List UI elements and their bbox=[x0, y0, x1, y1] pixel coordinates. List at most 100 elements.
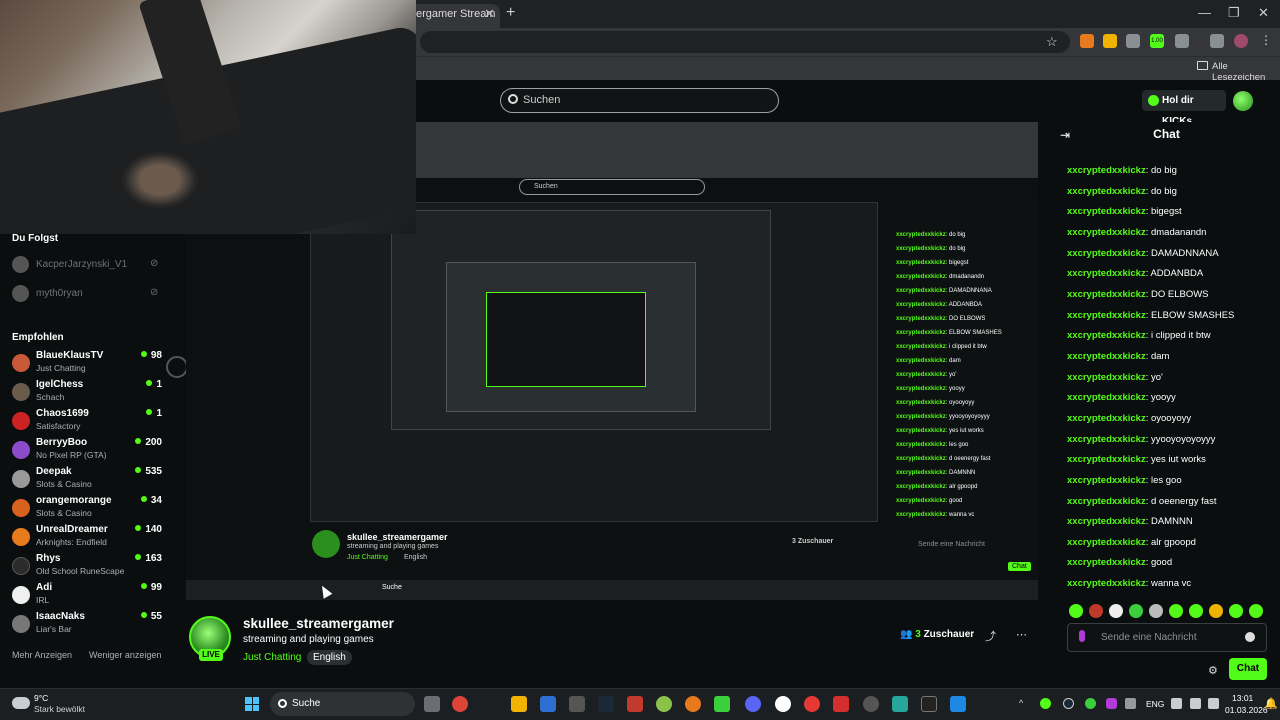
steam-icon[interactable] bbox=[598, 696, 614, 712]
app-icon[interactable] bbox=[775, 696, 791, 712]
app-icon[interactable] bbox=[569, 696, 585, 712]
sidebar-followed-item[interactable]: myth0ryan ⊘ bbox=[12, 285, 162, 303]
chat-message: xxcryptedxxkickz: alr gpoopd bbox=[1067, 537, 1196, 548]
discord-icon[interactable] bbox=[745, 696, 761, 712]
viewer-count: 99 bbox=[141, 582, 162, 593]
app-icon[interactable] bbox=[950, 696, 966, 712]
close-window-icon[interactable]: ✕ bbox=[1258, 5, 1269, 21]
share-icon[interactable]: ⤴ bbox=[985, 628, 996, 644]
language-indicator[interactable]: ENG bbox=[1146, 699, 1164, 709]
emote-icon[interactable] bbox=[1089, 604, 1103, 618]
sidebar-followed-item[interactable]: KacperJarzynski_V1 ⊘ bbox=[12, 256, 162, 274]
user-options-icon[interactable]: ⋯ bbox=[1016, 628, 1027, 641]
channel-category: Schach bbox=[36, 392, 65, 402]
chat-message: xxcryptedxxkickz: oyooyoyy bbox=[1067, 413, 1192, 424]
minecraft-icon[interactable] bbox=[714, 696, 730, 712]
sidebar-recommended-item[interactable]: UnrealDreamer Arknights: Endfield 140 bbox=[12, 524, 162, 552]
clock-time[interactable]: 13:01 bbox=[1232, 693, 1253, 703]
weather-temperature[interactable]: 9°C bbox=[34, 693, 48, 703]
volume-icon[interactable] bbox=[1190, 698, 1201, 709]
profile-avatar-icon[interactable] bbox=[1234, 34, 1248, 48]
file-explorer-icon[interactable] bbox=[511, 696, 527, 712]
app-icon[interactable] bbox=[804, 696, 820, 712]
app-icon[interactable] bbox=[863, 696, 879, 712]
nested-chat-line: xxcryptedxxkickz: do big bbox=[896, 246, 966, 252]
new-tab-icon[interactable]: + bbox=[506, 4, 515, 22]
viewers-icon: 👥 bbox=[900, 629, 913, 640]
emote-icon[interactable] bbox=[1069, 604, 1083, 618]
app-icon[interactable] bbox=[656, 696, 672, 712]
taskbar-search[interactable]: Suche bbox=[270, 692, 415, 716]
stream-category-link[interactable]: Just Chatting bbox=[243, 652, 301, 663]
gear-icon[interactable]: ⚙ bbox=[1208, 664, 1218, 677]
chat-message: xxcryptedxxkickz: yooyy bbox=[1067, 392, 1176, 403]
webcam-overlay bbox=[0, 0, 416, 234]
language-tag[interactable]: English bbox=[307, 650, 352, 665]
app-icon[interactable] bbox=[833, 696, 849, 712]
chat-title: Chat bbox=[1153, 127, 1180, 141]
maximize-icon[interactable]: ❐ bbox=[1228, 5, 1240, 21]
notification-bell-icon[interactable]: 🔔 bbox=[1264, 697, 1278, 710]
sidebar-recommended-item[interactable]: Rhys Old School RuneScape 163 bbox=[12, 553, 162, 581]
avatar bbox=[12, 615, 30, 633]
viewer-count: 200 bbox=[135, 437, 162, 448]
cloud-icon[interactable] bbox=[12, 697, 30, 709]
tray-expand-icon[interactable]: ^ bbox=[1019, 698, 1023, 708]
chat-message-input[interactable]: Sende eine Nachricht bbox=[1067, 623, 1267, 652]
windows-start-icon[interactable] bbox=[245, 697, 259, 711]
weather-description[interactable]: Stark bewölkt bbox=[34, 704, 85, 714]
emote-icon[interactable] bbox=[1149, 604, 1163, 618]
network-icon[interactable] bbox=[1171, 698, 1182, 709]
emote-icon[interactable] bbox=[1169, 604, 1183, 618]
emote-icon[interactable] bbox=[1109, 604, 1123, 618]
tray-icon[interactable] bbox=[1085, 698, 1096, 709]
sidebar-recommended-item[interactable]: Deepak Slots & Casino 535 bbox=[12, 466, 162, 494]
address-bar[interactable] bbox=[420, 31, 1070, 53]
extension-icon[interactable] bbox=[1103, 34, 1117, 48]
streamer-name[interactable]: skullee_streamergamer bbox=[243, 616, 394, 631]
clock-date[interactable]: 01.03.2026 bbox=[1225, 705, 1268, 715]
app-icon[interactable] bbox=[685, 696, 701, 712]
emote-icon[interactable] bbox=[1189, 604, 1203, 618]
tab-close-icon[interactable]: ✕ bbox=[484, 6, 495, 22]
extensions-puzzle-icon[interactable] bbox=[1175, 34, 1189, 48]
emote-icon[interactable] bbox=[1249, 604, 1263, 618]
browser-menu-icon[interactable]: ⋮ bbox=[1260, 33, 1272, 47]
sidebar-recommended-item[interactable]: BerryyBoo No Pixel RP (GTA) 200 bbox=[12, 437, 162, 465]
sidebar-recommended-item[interactable]: IsaacNaks Liar's Bar 55 bbox=[12, 611, 162, 639]
battery-icon[interactable] bbox=[1208, 698, 1219, 709]
sidebar-recommended-item[interactable]: IgelChess Schach 1 bbox=[12, 379, 162, 407]
microphone-tray-icon[interactable] bbox=[1106, 698, 1117, 709]
user-avatar[interactable] bbox=[1233, 91, 1253, 111]
chat-send-button[interactable]: Chat bbox=[1229, 658, 1267, 680]
emote-icon[interactable] bbox=[1129, 604, 1143, 618]
bookmark-star-icon[interactable]: ☆ bbox=[1046, 34, 1058, 50]
extension-badge-icon[interactable]: 1.00 bbox=[1150, 34, 1164, 48]
extension-icon[interactable] bbox=[1126, 34, 1140, 48]
app-icon[interactable] bbox=[627, 696, 643, 712]
tray-icon[interactable] bbox=[1063, 698, 1074, 709]
app-icon[interactable] bbox=[892, 696, 908, 712]
task-view-icon[interactable] bbox=[424, 696, 440, 712]
show-less-link[interactable]: Weniger anzeigen bbox=[89, 650, 161, 660]
microphone-icon[interactable] bbox=[1079, 630, 1085, 642]
sidebar-recommended-item[interactable]: orangemorange Slots & Casino 34 bbox=[12, 495, 162, 523]
app-icon[interactable] bbox=[921, 696, 937, 712]
extension-icon[interactable] bbox=[1080, 34, 1094, 48]
emote-icon[interactable] bbox=[1209, 604, 1223, 618]
show-more-link[interactable]: Mehr Anzeigen bbox=[12, 650, 72, 660]
sidebar-recommended-item[interactable]: Chaos1699 Satisfactory 1 bbox=[12, 408, 162, 436]
sidebar-recommended-item[interactable]: Adi IRL 99 bbox=[12, 582, 162, 610]
minimize-icon[interactable]: — bbox=[1198, 5, 1211, 20]
avatar bbox=[12, 499, 30, 517]
emote-icon[interactable] bbox=[1229, 604, 1243, 618]
channel-name: orangemorange bbox=[36, 495, 112, 506]
search-input[interactable]: Suchen bbox=[500, 88, 779, 113]
reading-list-icon[interactable] bbox=[1210, 34, 1224, 48]
chrome-icon[interactable] bbox=[452, 696, 468, 712]
tray-icon[interactable] bbox=[1125, 698, 1136, 709]
tray-icon[interactable] bbox=[1040, 698, 1051, 709]
sidebar-recommended-item[interactable]: BlaueKlausTV Just Chatting 98 bbox=[12, 350, 162, 378]
app-icon[interactable] bbox=[540, 696, 556, 712]
emoji-icon[interactable] bbox=[1245, 632, 1255, 642]
